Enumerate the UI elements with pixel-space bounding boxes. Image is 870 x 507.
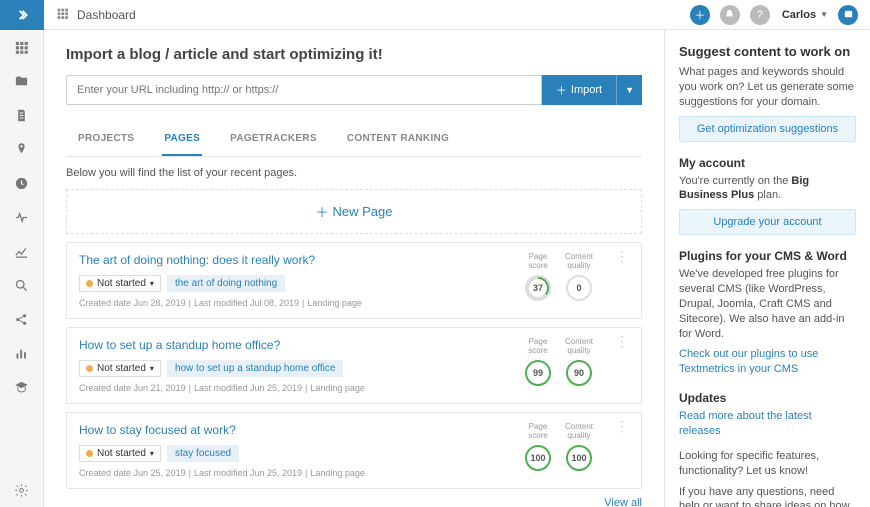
- status-dot-icon: [86, 280, 93, 287]
- page-score-ring: 37: [525, 275, 551, 301]
- topbar: Dashboard ＋ ? Carlos ▼: [44, 0, 870, 30]
- grid-icon[interactable]: [0, 30, 44, 64]
- tab-projects[interactable]: PROJECTS: [76, 123, 136, 156]
- heartbeat-icon[interactable]: [0, 200, 44, 234]
- user-menu[interactable]: Carlos ▼: [782, 9, 828, 21]
- import-dropdown[interactable]: ▼: [616, 75, 642, 105]
- optimization-suggestions-button[interactable]: Get optimization suggestions: [679, 116, 856, 142]
- keyword-tag[interactable]: how to set up a standup home office: [167, 360, 343, 377]
- tab-pages[interactable]: PAGES: [162, 123, 202, 156]
- page-score-label: Pagescore: [525, 253, 551, 271]
- page-title-link[interactable]: The art of doing nothing: does it really…: [79, 253, 315, 267]
- card-menu-icon[interactable]: ⋮: [615, 338, 629, 345]
- logo-icon[interactable]: [0, 0, 44, 30]
- status-dropdown[interactable]: Not started ▾: [79, 360, 161, 377]
- page-title-link[interactable]: How to set up a standup home office?: [79, 338, 280, 352]
- page-card: How to stay focused at work? Not started…: [66, 412, 642, 489]
- new-page-button[interactable]: ＋ New Page: [66, 189, 642, 234]
- list-subtext: Below you will find the list of your rec…: [66, 167, 642, 179]
- page-meta: Created date Jun 25, 2019|Last modified …: [79, 468, 525, 478]
- page-meta: Created date Jun 28, 2019|Last modified …: [79, 298, 525, 308]
- search-icon[interactable]: [0, 268, 44, 302]
- updates-heading: Updates: [679, 391, 856, 405]
- content-tabs: PROJECTS PAGES PAGETRACKERS CONTENT RANK…: [66, 123, 642, 157]
- keyword-tag[interactable]: the art of doing nothing: [167, 275, 285, 292]
- status-dropdown[interactable]: Not started ▾: [79, 445, 161, 462]
- tab-content-ranking[interactable]: CONTENT RANKING: [345, 123, 451, 156]
- suggest-heading: Suggest content to work on: [679, 44, 856, 59]
- status-dot-icon: [86, 365, 93, 372]
- upgrade-account-button[interactable]: Upgrade your account: [679, 209, 856, 235]
- view-all-link[interactable]: View all: [66, 497, 642, 507]
- import-button[interactable]: ＋Import: [542, 75, 616, 105]
- page-card: How to set up a standup home office? Not…: [66, 327, 642, 404]
- intercom-icon[interactable]: [838, 5, 858, 25]
- account-heading: My account: [679, 156, 856, 170]
- main-content: Import a blog / article and start optimi…: [44, 30, 664, 507]
- tab-pagetrackers[interactable]: PAGETRACKERS: [228, 123, 319, 156]
- bell-icon[interactable]: [720, 5, 740, 25]
- quality-score-ring: 90: [566, 360, 592, 386]
- page-score-label: Pagescore: [525, 423, 551, 441]
- page-score-ring: 100: [525, 445, 551, 471]
- page-meta: Created date Jun 21, 2019|Last modified …: [79, 383, 525, 393]
- card-menu-icon[interactable]: ⋮: [615, 253, 629, 260]
- user-name: Carlos: [782, 9, 816, 21]
- keyword-tag[interactable]: stay focused: [167, 445, 239, 462]
- plugins-heading: Plugins for your CMS & Word: [679, 249, 856, 263]
- plugins-text: We've developed free plugins for several…: [679, 267, 856, 341]
- quality-score-ring: 0: [566, 275, 592, 301]
- pin-icon[interactable]: [0, 132, 44, 166]
- suggest-text: What pages and keywords should you work …: [679, 65, 856, 110]
- help-text: If you have any questions, need help or …: [679, 485, 856, 507]
- page-score-label: Pagescore: [525, 338, 551, 356]
- chevron-down-icon: ▼: [820, 10, 828, 19]
- page-score-ring: 99: [525, 360, 551, 386]
- quality-score-label: Contentquality: [565, 423, 593, 441]
- right-sidebar: Suggest content to work on What pages an…: [664, 30, 870, 507]
- share-icon[interactable]: [0, 302, 44, 336]
- graduation-icon[interactable]: [0, 370, 44, 404]
- updates-link[interactable]: Read more about the latest releases: [679, 410, 812, 437]
- card-menu-icon[interactable]: ⋮: [615, 423, 629, 430]
- document-icon[interactable]: [0, 98, 44, 132]
- gear-icon[interactable]: [0, 473, 44, 507]
- quality-score-label: Contentquality: [565, 338, 593, 356]
- page-title-link[interactable]: How to stay focused at work?: [79, 423, 236, 437]
- url-input[interactable]: [66, 75, 542, 105]
- page-card: The art of doing nothing: does it really…: [66, 242, 642, 319]
- quality-score-label: Contentquality: [565, 253, 593, 271]
- import-heading: Import a blog / article and start optimi…: [66, 46, 642, 63]
- features-text: Looking for specific features, functiona…: [679, 449, 856, 479]
- status-dropdown[interactable]: Not started ▾: [79, 275, 161, 292]
- status-dot-icon: [86, 450, 93, 457]
- add-button[interactable]: ＋: [690, 5, 710, 25]
- folder-icon[interactable]: [0, 64, 44, 98]
- apps-icon[interactable]: [56, 7, 69, 23]
- account-text: You're currently on the Big Business Plu…: [679, 174, 856, 204]
- page-title: Dashboard: [77, 8, 136, 22]
- clock-icon[interactable]: [0, 166, 44, 200]
- help-icon[interactable]: ?: [750, 5, 770, 25]
- icon-sidebar: [0, 0, 44, 507]
- plugins-link[interactable]: Check out our plugins to use Textmetrics…: [679, 348, 818, 375]
- plus-icon: ＋: [316, 202, 329, 221]
- quality-score-ring: 100: [566, 445, 592, 471]
- chart-line-icon[interactable]: [0, 234, 44, 268]
- bar-chart-icon[interactable]: [0, 336, 44, 370]
